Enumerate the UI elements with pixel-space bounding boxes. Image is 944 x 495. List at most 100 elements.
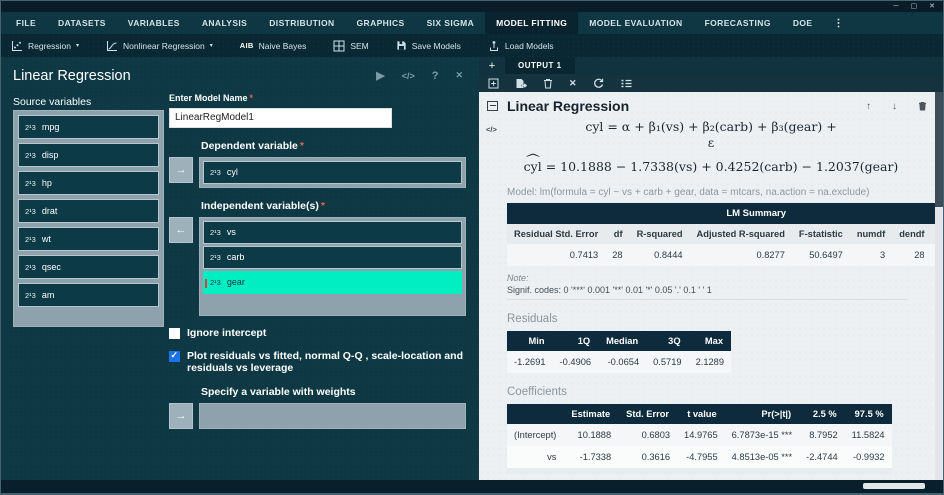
variable-item-drat[interactable]: 2¹3 drat	[18, 199, 159, 223]
model-name-input[interactable]	[169, 108, 392, 128]
variable-label: cyl	[227, 167, 238, 177]
menu-item-file[interactable]: FILE	[5, 12, 47, 34]
move-down-icon[interactable]: ↓	[892, 101, 897, 112]
scrollbar-thumb[interactable]	[935, 92, 943, 207]
regression-button[interactable]: Regression ▾	[11, 40, 79, 52]
table-header-row: Estimate Std. Error t value Pr(>|t|) 2.5…	[507, 404, 892, 424]
cell: 14.9765	[677, 424, 725, 446]
tab-output-1[interactable]: OUTPUT 1	[505, 57, 575, 74]
variable-item-am[interactable]: 2¹3 am	[18, 283, 159, 307]
add-tab-button[interactable]: +	[479, 57, 505, 74]
cell: 11.5824	[845, 424, 892, 446]
table-row: -1.2691 -0.4906 -0.0654 0.5719 2.1289	[507, 351, 731, 373]
run-icon[interactable]: ▶	[376, 69, 384, 82]
menu-item-analysis[interactable]: ANALYSIS	[191, 12, 258, 34]
sem-grid-icon	[333, 40, 345, 52]
close-dialog-icon[interactable]: ✕	[455, 70, 463, 81]
chevron-down-icon: ▾	[76, 42, 79, 49]
ignore-intercept-checkbox[interactable]	[169, 328, 180, 339]
menu-item-model-evaluation[interactable]: MODEL EVALUATION	[578, 12, 693, 34]
weights-slot[interactable]	[199, 403, 466, 429]
sem-button[interactable]: SEM	[333, 40, 368, 52]
menu-item-distribution[interactable]: DISTRIBUTION	[258, 12, 345, 34]
selection-mark	[205, 279, 207, 288]
close-icon[interactable]: ✕	[929, 3, 935, 10]
col-header: R-squared	[630, 224, 690, 244]
refresh-icon[interactable]	[593, 78, 604, 89]
col-header: Pr(>|t|)	[725, 404, 799, 424]
close-output-icon[interactable]: ✕	[569, 78, 577, 89]
move-to-weights-button[interactable]: →	[169, 403, 193, 429]
menu-item-six-sigma[interactable]: SIX SIGMA	[416, 12, 486, 34]
floppy-disk-icon	[396, 40, 407, 51]
code-icon[interactable]: </>	[486, 125, 497, 134]
help-icon[interactable]: ?	[432, 70, 439, 82]
collapse-section-icon[interactable]	[487, 101, 498, 111]
nonlinear-regression-button[interactable]: Nonlinear Regression ▾	[106, 40, 213, 52]
numeric-variable-icon: 2¹3	[210, 253, 221, 262]
new-window-icon[interactable]	[488, 78, 499, 89]
menu-item-graphics[interactable]: GRAPHICS	[346, 12, 416, 34]
variable-item-gear[interactable]: 2¹3 gear	[203, 271, 462, 294]
variable-item-wt[interactable]: 2¹3 wt	[18, 227, 159, 251]
numeric-variable-icon: 2¹3	[25, 235, 36, 244]
ribbon-toolbar: Regression ▾ Nonlinear Regression ▾ AIB …	[1, 34, 943, 57]
cell: 6.7873e-15 ***	[725, 424, 799, 446]
trash-icon[interactable]	[543, 78, 553, 89]
move-to-dependent-button[interactable]: →	[169, 157, 193, 183]
move-up-icon[interactable]: ↑	[866, 101, 871, 112]
variable-label: hp	[42, 178, 52, 188]
sem-label: SEM	[350, 41, 368, 51]
cell: 0.5719	[646, 351, 688, 373]
table-row: (Intercept) 10.1888 0.6803 14.9765 6.787…	[507, 424, 892, 446]
variable-item-carb[interactable]: 2¹3 carb	[203, 246, 462, 269]
fitted-equation-rhs: = 10.1888 − 1.7338(vs) + 0.4252(carb) − …	[542, 159, 899, 174]
table-row: vs -1.7338 0.3616 -4.7955 4.8513e-05 ***…	[507, 446, 892, 468]
numeric-variable-icon: 2¹3	[25, 151, 36, 160]
naive-bayes-label: Naive Bayes	[259, 41, 307, 51]
cell: (Intercept)	[507, 424, 563, 446]
variable-label: am	[42, 290, 55, 300]
maximize-icon[interactable]: ▢	[911, 3, 918, 10]
bottom-scrollbar[interactable]	[1, 480, 943, 493]
export-output-icon[interactable]	[515, 78, 527, 89]
residuals-table: Min 1Q Median 3Q Max -1.2691 -0.4906 -0.…	[507, 331, 731, 373]
minimize-icon[interactable]: ─	[894, 3, 899, 10]
numeric-variable-icon: 2¹3	[25, 207, 36, 216]
cell: 0.3616	[618, 446, 677, 468]
signif-codes-text: Signif. codes: 0 '***' 0.001 '**' 0.01 '…	[507, 285, 907, 300]
code-icon[interactable]: </>	[402, 71, 415, 81]
output-section-title: Linear Regression	[507, 98, 629, 114]
variable-item-cyl[interactable]: 2¹3 cyl	[203, 161, 462, 184]
delete-section-icon[interactable]	[918, 101, 927, 111]
output-content: </> Linear Regression ↑ ↓ cyl = α + β₁(v…	[479, 92, 943, 480]
menu-item-model-fitting[interactable]: MODEL FITTING	[485, 12, 578, 34]
output-tabbar: + OUTPUT 1	[479, 57, 943, 74]
variable-item-qsec[interactable]: 2¹3 qsec	[18, 255, 159, 279]
variable-item-disp[interactable]: 2¹3 disp	[18, 143, 159, 167]
output-toolbar: ✕	[479, 74, 943, 92]
horizontal-scrollbar-thumb[interactable]	[863, 483, 925, 489]
numeric-variable-icon: 2¹3	[210, 168, 221, 177]
numeric-variable-icon: 2¹3	[25, 179, 36, 188]
naive-bayes-button[interactable]: AIB Naive Bayes	[240, 41, 307, 51]
menu-item-variables[interactable]: VARIABLES	[117, 12, 191, 34]
cell: -2.4744	[799, 446, 845, 468]
col-header: Estimate	[563, 404, 618, 424]
variable-item-vs[interactable]: 2¹3 vs	[203, 221, 462, 244]
save-models-button[interactable]: Save Models	[396, 40, 461, 51]
vertical-scrollbar[interactable]	[935, 92, 943, 480]
col-header: 97.5 %	[845, 404, 892, 424]
variable-item-mpg[interactable]: 2¹3 mpg	[18, 115, 159, 139]
independent-variables-slot: 2¹3 vs 2¹3 carb 2¹3 gear	[199, 217, 466, 316]
menu-item-doe[interactable]: DOE	[782, 12, 824, 34]
menu-item-forecasting[interactable]: FORECASTING	[694, 12, 782, 34]
menu-item-datasets[interactable]: DATASETS	[47, 12, 117, 34]
menu-overflow-icon[interactable]: ⋮	[823, 12, 853, 34]
col-header: 1Q	[553, 331, 599, 351]
move-from-independent-button[interactable]: ←	[169, 217, 193, 243]
variable-item-hp[interactable]: 2¹3 hp	[18, 171, 159, 195]
list-icon[interactable]	[620, 78, 632, 89]
load-models-button[interactable]: Load Models	[488, 40, 554, 52]
plot-residuals-checkbox[interactable]	[169, 351, 180, 362]
